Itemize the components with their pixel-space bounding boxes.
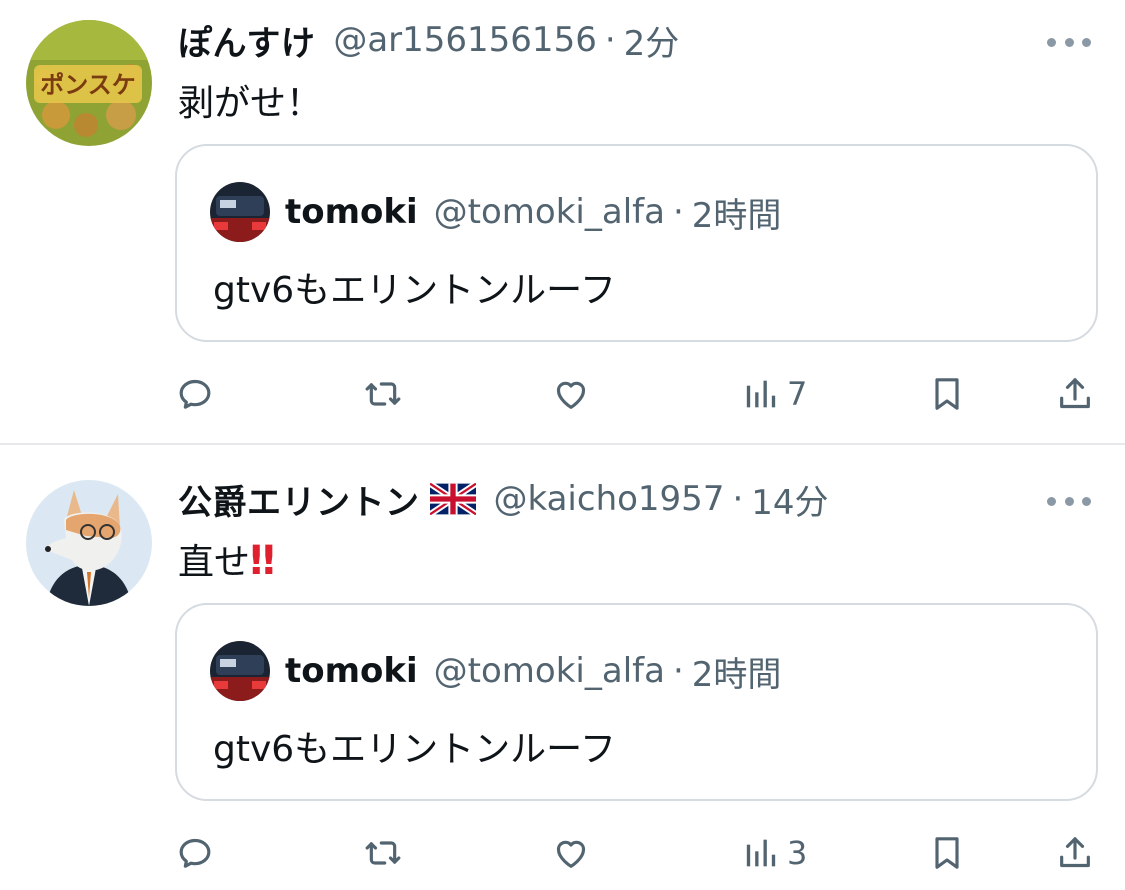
heart-icon (556, 840, 586, 868)
action-bar: 3 (175, 828, 1100, 878)
tweet[interactable]: ポンスケ ぽんすけ @ar156156156 · 2分 剥がせ！ tomoki … (0, 0, 1125, 444)
display-name[interactable]: 公爵エリントン (178, 475, 420, 524)
timestamp[interactable]: 14分 (751, 475, 828, 524)
quoted-tweet-text: gtv6もエリントンルーフ (213, 270, 617, 311)
separator-dot: · (672, 651, 684, 691)
tweet[interactable]: 公爵エリントン @kaicho1957 · 14分 直せ‼ tomoki @to… (0, 445, 1125, 890)
svg-text:ポンスケ: ポンスケ (40, 71, 136, 99)
reply-icon (179, 838, 211, 868)
user-handle[interactable]: @kaicho1957 (494, 479, 725, 519)
quoted-tweet[interactable]: tomoki @tomoki_alfa · 2時間 gtv6もエリントンルーフ (175, 144, 1098, 342)
quoted-timestamp: 2時間 (691, 195, 782, 236)
tweet-text-container: 直せ‼ (178, 533, 275, 585)
quoted-tweet-header: tomoki @tomoki_alfa · 2時間 (285, 188, 781, 236)
bar-chart-icon (746, 839, 776, 867)
retweet-button[interactable] (363, 369, 403, 419)
user-handle[interactable]: @ar156156156 (333, 20, 597, 60)
bookmark-icon (935, 378, 959, 410)
tweet-text: 剥がせ！ (178, 83, 323, 124)
share-icon (1060, 837, 1090, 868)
user-avatar[interactable]: ポンスケ (26, 20, 152, 146)
tweet-text: 直せ (178, 542, 251, 583)
views-button[interactable]: 7 (741, 369, 807, 419)
retweet-button[interactable] (363, 828, 403, 878)
quoted-user-handle: @tomoki_alfa (433, 192, 665, 232)
more-options-icon[interactable] (1047, 35, 1091, 49)
retweet-icon (365, 841, 401, 865)
heart-icon (556, 381, 586, 409)
share-button[interactable] (1055, 828, 1095, 878)
views-count: 7 (787, 375, 808, 413)
reply-button[interactable] (175, 828, 215, 878)
quoted-user-avatar (210, 641, 270, 701)
quoted-timestamp: 2時間 (691, 654, 782, 695)
like-button[interactable] (551, 828, 591, 878)
action-bar: 7 (175, 369, 1100, 419)
separator-dot: · (732, 479, 744, 519)
bookmark-button[interactable] (927, 828, 967, 878)
separator-dot: · (672, 192, 684, 232)
bookmark-button[interactable] (927, 369, 967, 419)
reply-icon (179, 379, 211, 409)
quoted-tweet-header: tomoki @tomoki_alfa · 2時間 (285, 647, 781, 695)
quoted-user-avatar (210, 182, 270, 242)
quoted-user-handle: @tomoki_alfa (433, 651, 665, 691)
more-options-icon[interactable] (1047, 494, 1091, 508)
share-icon (1060, 378, 1090, 409)
retweet-icon (365, 382, 401, 406)
tweet-header: ぽんすけ @ar156156156 · 2分 (178, 16, 679, 64)
bookmark-icon (935, 837, 959, 869)
like-button[interactable] (551, 369, 591, 419)
bar-chart-icon (746, 380, 776, 408)
quoted-display-name: tomoki (285, 651, 418, 691)
display-name[interactable]: ぽんすけ (178, 16, 315, 65)
uk-flag-icon (427, 481, 478, 517)
separator-dot: · (604, 20, 616, 60)
reply-button[interactable] (175, 369, 215, 419)
views-count: 3 (787, 834, 808, 872)
timestamp[interactable]: 2分 (624, 16, 680, 65)
double-exclamation-emoji: ‼ (250, 538, 275, 584)
quoted-display-name: tomoki (285, 192, 418, 232)
views-button[interactable]: 3 (741, 828, 807, 878)
tweet-header: 公爵エリントン @kaicho1957 · 14分 (178, 475, 829, 523)
quoted-tweet[interactable]: tomoki @tomoki_alfa · 2時間 gtv6もエリントンルーフ (175, 603, 1098, 801)
share-button[interactable] (1055, 369, 1095, 419)
quoted-tweet-text: gtv6もエリントンルーフ (213, 729, 617, 770)
user-avatar[interactable] (26, 480, 152, 606)
